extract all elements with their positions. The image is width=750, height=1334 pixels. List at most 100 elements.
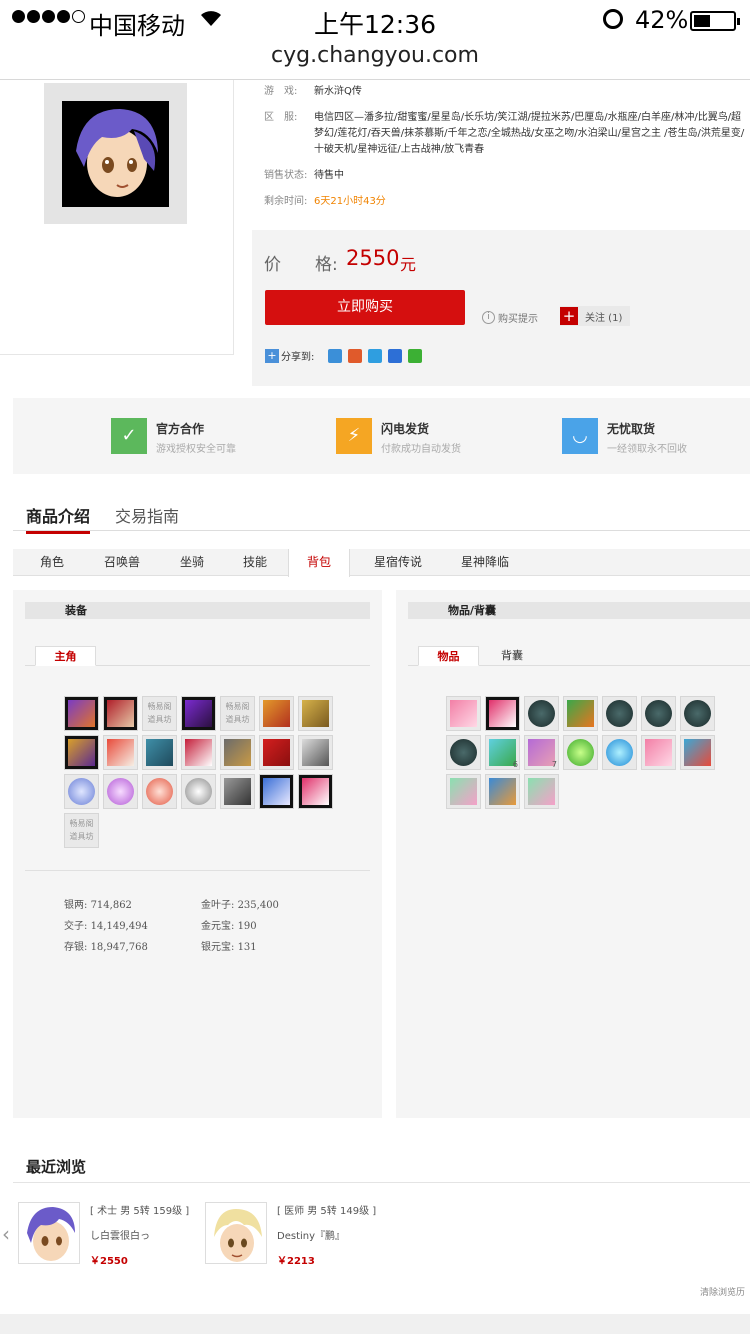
remaining-time-row: 剩余时间: 6天21小时43分 — [264, 194, 750, 210]
item-slot[interactable] — [524, 774, 559, 809]
clear-history-link[interactable]: 清除浏览历 — [700, 1285, 745, 1298]
equip-slot[interactable] — [181, 696, 216, 731]
weibo-share-icon[interactable] — [348, 348, 363, 363]
tab-items[interactable]: 物品 — [418, 646, 479, 666]
tab-bag[interactable]: 背囊 — [482, 646, 542, 666]
equip-slot[interactable] — [142, 735, 177, 770]
equip-slot[interactable] — [259, 735, 294, 770]
equip-slot[interactable] — [103, 735, 138, 770]
equip-slot[interactable] — [181, 774, 216, 809]
items-title: 物品/背囊 — [408, 602, 750, 619]
item-count: 6 — [512, 760, 518, 769]
item-slot[interactable] — [485, 696, 520, 731]
service-features: ✓ 官方合作 游戏授权安全可靠 ⚡ 闪电发货 付款成功自动发货 ◡ 无忧取货 一经领取… — [13, 398, 750, 474]
item-slot[interactable] — [563, 735, 598, 770]
empty-equip-slot: 畅易阁 道具坊 — [220, 696, 255, 731]
tab-star-god[interactable]: 星神降临 — [450, 549, 520, 576]
equip-slot[interactable] — [298, 696, 333, 731]
alarm-icon — [603, 9, 623, 29]
follow-button[interactable]: + 关注 (1) — [560, 306, 631, 326]
recent-price: ￥2213 — [277, 1256, 315, 1267]
empty-equip-slot: 畅易阁 道具坊 — [142, 696, 177, 731]
equip-slot[interactable] — [181, 735, 216, 770]
purchase-tip-link[interactable]: i 购买提示 — [482, 310, 538, 325]
item-slot[interactable] — [524, 696, 559, 731]
tab-product-intro[interactable]: 商品介绍 — [26, 503, 91, 534]
sale-status: 待售中 — [314, 170, 344, 181]
item-slot[interactable] — [602, 735, 637, 770]
feature-worry-free: ◡ 无忧取货 一经领取永不回收 — [562, 418, 687, 455]
tab-star-legend[interactable]: 星宿传说 — [363, 549, 433, 576]
product-image-box — [0, 80, 234, 355]
item-slot[interactable]: 7 — [524, 735, 559, 770]
tab-trade-guide[interactable]: 交易指南 — [115, 503, 179, 527]
equip-slot[interactable] — [220, 774, 255, 809]
equip-slot[interactable] — [64, 696, 99, 731]
sale-status-row: 销售状态: 待售中 — [264, 168, 750, 184]
url-bar[interactable]: cyg.changyou.com — [0, 40, 750, 80]
item-slot[interactable]: 6 — [485, 735, 520, 770]
item-slot[interactable] — [641, 735, 676, 770]
tab-summon[interactable]: 召唤兽 — [95, 549, 149, 576]
item-slot[interactable] — [563, 696, 598, 731]
equip-slot[interactable] — [103, 696, 138, 731]
equip-slot[interactable] — [64, 735, 99, 770]
renren-share-icon[interactable] — [388, 348, 403, 363]
equipment-panel: 装备 主角 畅易阁 道具坊 畅易阁 道具坊 畅易阁 道具坊 银两: 714,86… — [13, 590, 382, 1118]
buy-now-button[interactable]: 立即购买 — [265, 290, 465, 325]
item-slot[interactable] — [446, 774, 481, 809]
qzone-share-icon[interactable] — [328, 348, 343, 363]
tab-main-character[interactable]: 主角 — [35, 646, 96, 666]
item-slot[interactable] — [602, 696, 637, 731]
character-avatar — [44, 83, 187, 224]
character-portrait — [62, 101, 169, 207]
chevron-left-icon[interactable]: ‹ — [2, 1222, 10, 1246]
equip-slot[interactable] — [298, 735, 333, 770]
price-unit: 元 — [400, 255, 417, 274]
share-bar: + 分享到: — [265, 348, 423, 363]
recent-price: ￥2550 — [90, 1256, 128, 1267]
tab-backpack[interactable]: 背包 — [288, 549, 350, 577]
equip-slot[interactable] — [103, 774, 138, 809]
item-slot[interactable] — [680, 696, 715, 731]
game-name: 新水浒Q传 — [314, 86, 362, 97]
tab-mount[interactable]: 坐骑 — [165, 549, 219, 576]
equip-slot[interactable] — [259, 696, 294, 731]
equip-slot[interactable] — [64, 774, 99, 809]
equip-slot[interactable] — [259, 774, 294, 809]
item-slot[interactable] — [485, 774, 520, 809]
bottom-bar — [0, 1314, 750, 1334]
money-deposit: 存银: 18,947,768 — [64, 942, 148, 953]
server-row: 区 服: 电信四区—潘多拉/甜蜜蜜/星星岛/长乐坊/笑江湖/提拉米苏/巴厘岛/水… — [264, 110, 750, 158]
recent-role: [ 医师 男 5转 149级 ] — [277, 1206, 377, 1217]
wechat-share-icon[interactable] — [408, 348, 423, 363]
money-gold-leaf: 金叶子: 235,400 — [201, 900, 279, 911]
equip-slot[interactable] — [220, 735, 255, 770]
money-silver: 银两: 714,862 — [64, 900, 132, 911]
tab-role[interactable]: 角色 — [25, 549, 79, 576]
price-box: 价 格: 2550 元 立即购买 i 购买提示 + 关注 (1) + 分享到: — [252, 230, 750, 386]
main-tabs: 商品介绍 交易指南 — [13, 500, 750, 534]
recent-thumb — [18, 1202, 80, 1264]
item-slot[interactable] — [680, 735, 715, 770]
battery-icon — [690, 11, 740, 31]
plus-icon: + — [560, 307, 578, 325]
item-slot[interactable] — [446, 735, 481, 770]
item-count: 7 — [551, 760, 557, 769]
battery-percent: 42% — [635, 6, 689, 34]
bag-icon: ◡ — [562, 418, 598, 454]
recent-name: Destiny『鹏』 — [277, 1231, 346, 1242]
equip-slot[interactable] — [142, 774, 177, 809]
tencent-weibo-share-icon[interactable] — [368, 348, 383, 363]
recent-thumb — [205, 1202, 267, 1264]
feature-official: ✓ 官方合作 游戏授权安全可靠 — [111, 418, 236, 455]
item-slot[interactable] — [446, 696, 481, 731]
feature-fast-delivery: ⚡ 闪电发货 付款成功自动发货 — [336, 418, 461, 455]
product-info: 游 戏: 新水浒Q传 区 服: 电信四区—潘多拉/甜蜜蜜/星星岛/长乐坊/笑江湖… — [264, 84, 750, 220]
item-slot[interactable] — [641, 696, 676, 731]
money-jiaozi: 交子: 14,149,494 — [64, 921, 148, 932]
lightning-icon: ⚡ — [336, 418, 372, 454]
status-bar: 中国移动 上午12:36 42% — [0, 0, 750, 40]
tab-skills[interactable]: 技能 — [228, 549, 282, 576]
equip-slot[interactable] — [298, 774, 333, 809]
